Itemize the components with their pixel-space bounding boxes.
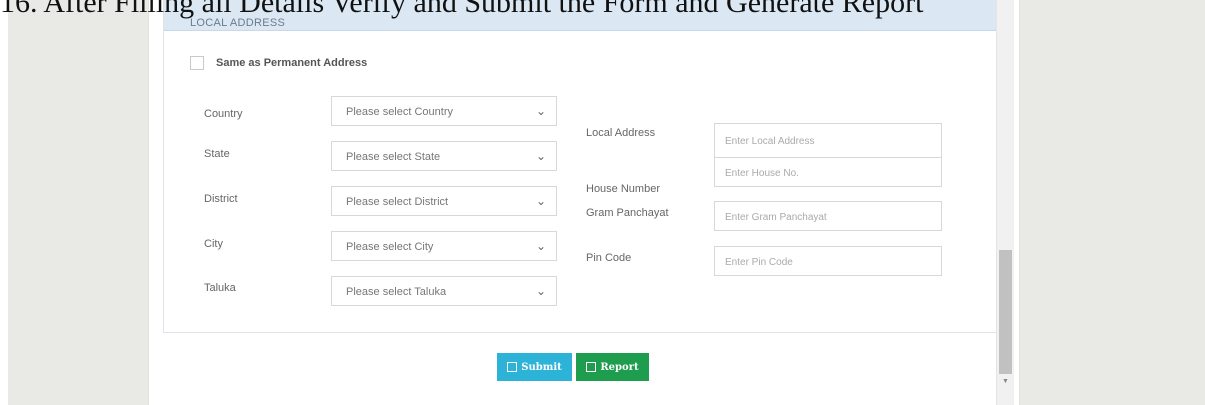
local-address-panel: LOCAL ADDRESS Same as Permanent Address … [163,0,1007,333]
chevron-down-icon: ⌄ [535,239,546,253]
country-select-value: Please select Country [346,106,453,118]
country-select[interactable]: Please select Country ⌄ [331,96,557,126]
chevron-down-icon: ⌄ [535,149,546,163]
chevron-down-icon: ⌄ [535,284,546,298]
browser-viewport: LOCAL ADDRESS Same as Permanent Address … [8,0,1205,405]
taluka-label: Taluka [204,282,236,294]
district-select-value: Please select District [346,196,449,208]
page-heading: 16. After Filling all Details Verify and… [0,0,924,19]
save-icon [586,362,597,372]
pin-code-placeholder: Enter Pin Code [725,257,793,268]
district-select[interactable]: Please select District ⌄ [331,186,557,216]
pin-code-label: Pin Code [586,252,632,264]
state-select[interactable]: Please select State ⌄ [331,141,557,171]
same-as-permanent-row[interactable]: Same as Permanent Address [190,56,367,70]
form-page: LOCAL ADDRESS Same as Permanent Address … [148,0,1020,405]
state-label: State [204,148,230,160]
save-icon [507,362,518,372]
gram-panchayat-label: Gram Panchayat [586,207,669,219]
scroll-down-arrow-icon[interactable]: ▼ [1002,378,1009,385]
report-button[interactable]: Report [576,353,649,381]
report-button-label: Report [600,361,639,373]
pin-code-input[interactable]: Enter Pin Code [714,246,942,276]
vertical-scrollbar[interactable]: ▼ [996,0,1014,405]
same-as-permanent-checkbox[interactable] [190,56,204,70]
chevron-down-icon: ⌄ [535,104,546,118]
local-address-placeholder: Enter Local Address [725,136,815,147]
district-label: District [204,193,238,205]
gram-panchayat-placeholder: Enter Gram Panchayat [725,212,827,223]
same-as-permanent-label: Same as Permanent Address [216,57,368,69]
local-address-label: Local Address [586,127,656,139]
city-select[interactable]: Please select City ⌄ [331,231,557,261]
taluka-select[interactable]: Please select Taluka ⌄ [331,276,557,306]
house-number-input[interactable]: Enter House No. [714,157,942,187]
house-number-placeholder: Enter House No. [725,168,799,179]
city-select-value: Please select City [346,241,434,253]
state-select-value: Please select State [346,151,441,163]
scrollbar-thumb[interactable] [999,250,1012,374]
country-label: Country [204,108,243,120]
chevron-down-icon: ⌄ [535,194,546,208]
house-number-label: House Number [586,183,660,195]
taluka-select-value: Please select Taluka [346,286,447,298]
submit-button-label: Submit [521,361,562,373]
gram-panchayat-input[interactable]: Enter Gram Panchayat [714,201,942,231]
submit-button[interactable]: Submit [497,353,572,381]
city-label: City [204,238,223,250]
